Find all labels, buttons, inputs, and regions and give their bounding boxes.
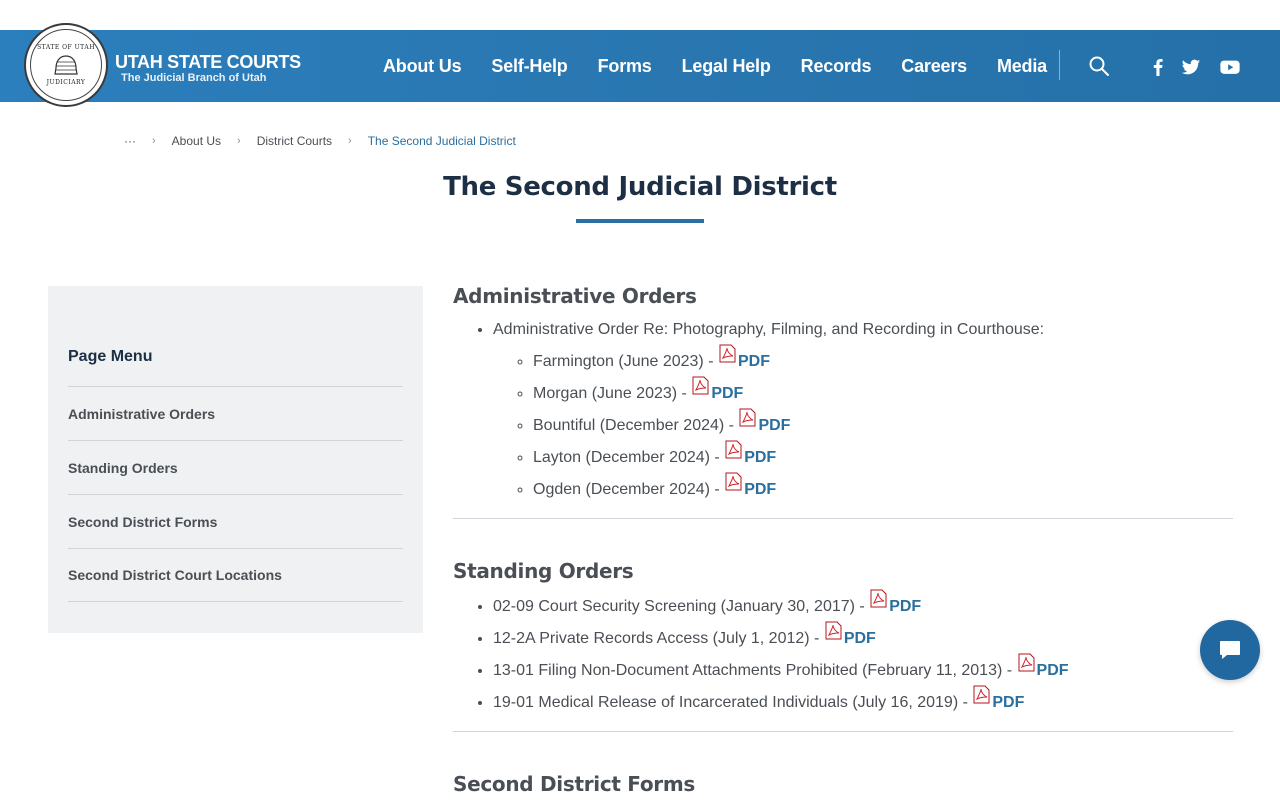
standing-orders-list: 02-09 Court Security Screening (January … <box>493 589 1233 719</box>
nav-records[interactable]: Records <box>801 56 872 77</box>
pdf-icon <box>724 471 743 491</box>
pdf-link[interactable]: PDF <box>724 472 777 498</box>
pdf-icon <box>718 343 737 363</box>
list-item: 02-09 Court Security Screening (January … <box>493 589 1233 623</box>
utah-courts-seal[interactable]: STATE OF UTAH JUDICIARY <box>24 23 108 107</box>
breadcrumb-current: The Second Judicial District <box>367 134 516 148</box>
page-menu-heading: Page Menu <box>68 348 153 365</box>
list-item: Bountiful (December 2024) - PDF <box>533 408 1233 442</box>
menu-item-administrative-orders[interactable]: Administrative Orders <box>68 386 403 440</box>
list-item: Farmington (June 2023) - PDF <box>533 344 1233 378</box>
main-nav: About Us Self-Help Forms Legal Help Reco… <box>383 30 1077 102</box>
page-title: The Second Judicial District <box>443 172 837 202</box>
pdf-link[interactable]: PDF <box>824 621 876 647</box>
pdf-icon <box>824 620 843 640</box>
pdf-icon <box>724 439 743 459</box>
list-item-text: 02-09 Court Security Screening (January … <box>493 598 870 615</box>
pdf-link[interactable]: PDF <box>738 408 791 434</box>
admin-order-label: Administrative Order Re: Photography, Fi… <box>493 321 1045 338</box>
pdf-icon <box>738 407 757 427</box>
menu-item-court-locations[interactable]: Second District Court Locations <box>68 548 403 602</box>
pdf-link-label: PDF <box>758 417 791 434</box>
twitter-icon[interactable] <box>1180 56 1202 78</box>
list-item-text: 13-01 Filing Non-Document Attachments Pr… <box>493 662 1017 679</box>
page-menu-sidebar: Page Menu Administrative Orders Standing… <box>48 286 423 633</box>
chevron-right-icon: › <box>152 135 156 147</box>
pdf-link[interactable]: PDF <box>718 344 770 370</box>
chat-button[interactable] <box>1200 620 1260 680</box>
list-item: Morgan (June 2023) - PDF <box>533 376 1233 410</box>
section-heading-second-district-forms: Second District Forms <box>453 772 696 796</box>
search-icon[interactable] <box>1088 55 1110 77</box>
list-item-text: Ogden (December 2024) - <box>533 481 725 498</box>
brand-title: UTAH STATE COURTS <box>115 52 301 72</box>
nav-self-help[interactable]: Self-Help <box>491 56 567 77</box>
breadcrumb-about-us[interactable]: About Us <box>172 134 221 148</box>
page-menu-list: Administrative Orders Standing Orders Se… <box>68 386 403 602</box>
list-item-text: 12-2A Private Records Access (July 1, 20… <box>493 630 824 647</box>
nav-about-us[interactable]: About Us <box>383 56 462 77</box>
list-item-text: Bountiful (December 2024) - <box>533 417 739 434</box>
admin-order-locations: Farmington (June 2023) - PDF Morgan (Jun… <box>533 344 1233 506</box>
pdf-icon <box>1017 652 1036 672</box>
pdf-link-label: PDF <box>737 353 770 370</box>
pdf-link-label: PDF <box>992 694 1025 711</box>
list-item: 13-01 Filing Non-Document Attachments Pr… <box>493 653 1233 687</box>
pdf-icon <box>972 684 991 704</box>
beehive-icon <box>54 55 78 75</box>
chevron-right-icon: › <box>348 135 352 147</box>
top-gap <box>0 0 1280 30</box>
pdf-link-label: PDF <box>711 385 744 402</box>
site-header: UTAH STATE COURTS The Judicial Branch of… <box>0 30 1280 102</box>
pdf-icon <box>869 588 888 608</box>
nav-legal-help[interactable]: Legal Help <box>682 56 771 77</box>
menu-item-second-district-forms[interactable]: Second District Forms <box>68 494 403 548</box>
admin-orders-list: Administrative Order Re: Photography, Fi… <box>493 314 1233 506</box>
list-item-text: Morgan (June 2023) - <box>533 385 692 402</box>
pdf-link[interactable]: PDF <box>1017 653 1069 679</box>
pdf-icon <box>691 375 710 395</box>
list-item: Layton (December 2024) - PDF <box>533 440 1233 474</box>
section-heading-administrative-orders: Administrative Orders <box>453 284 697 308</box>
nav-media[interactable]: Media <box>997 56 1047 77</box>
section-divider <box>453 731 1233 732</box>
facebook-icon[interactable] <box>1147 56 1169 78</box>
brand-subtitle: The Judicial Branch of Utah <box>121 72 267 84</box>
main-content: Administrative Orders Administrative Ord… <box>453 284 1233 796</box>
pdf-link[interactable]: PDF <box>724 440 777 466</box>
breadcrumb-ellipsis[interactable]: ··· <box>124 134 136 148</box>
breadcrumb: ··· › About Us › District Courts › The S… <box>124 134 516 148</box>
list-item: Administrative Order Re: Photography, Fi… <box>493 314 1233 506</box>
list-item: 19-01 Medical Release of Incarcerated In… <box>493 685 1233 719</box>
title-underline <box>576 219 704 223</box>
pdf-link[interactable]: PDF <box>691 376 744 402</box>
nav-divider <box>1059 50 1060 80</box>
nav-forms[interactable]: Forms <box>598 56 652 77</box>
chat-bubble-icon <box>1220 641 1240 659</box>
section-divider <box>453 518 1233 519</box>
list-item: Ogden (December 2024) - PDF <box>533 472 1233 506</box>
youtube-icon[interactable] <box>1219 56 1241 78</box>
pdf-link-label: PDF <box>1036 662 1069 679</box>
pdf-link-label: PDF <box>889 598 922 615</box>
seal-bottom-text: JUDICIARY <box>46 79 86 86</box>
list-item-text: 19-01 Medical Release of Incarcerated In… <box>493 694 973 711</box>
breadcrumb-district-courts[interactable]: District Courts <box>257 134 332 148</box>
list-item-text: Farmington (June 2023) - <box>533 353 718 370</box>
brand-link[interactable]: UTAH STATE COURTS The Judicial Branch of… <box>115 52 301 85</box>
menu-item-standing-orders[interactable]: Standing Orders <box>68 440 403 494</box>
list-item: 12-2A Private Records Access (July 1, 20… <box>493 621 1233 655</box>
pdf-link[interactable]: PDF <box>869 589 922 615</box>
pdf-link-label: PDF <box>843 630 876 647</box>
nav-careers[interactable]: Careers <box>901 56 967 77</box>
pdf-link-label: PDF <box>744 449 777 466</box>
chevron-right-icon: › <box>237 135 241 147</box>
pdf-link-label: PDF <box>744 481 777 498</box>
seal-inner: STATE OF UTAH JUDICIARY <box>30 29 102 101</box>
list-item-text: Layton (December 2024) - <box>533 449 725 466</box>
section-heading-standing-orders: Standing Orders <box>453 559 634 583</box>
pdf-link[interactable]: PDF <box>972 685 1025 711</box>
seal-top-text: STATE OF UTAH <box>37 44 95 51</box>
